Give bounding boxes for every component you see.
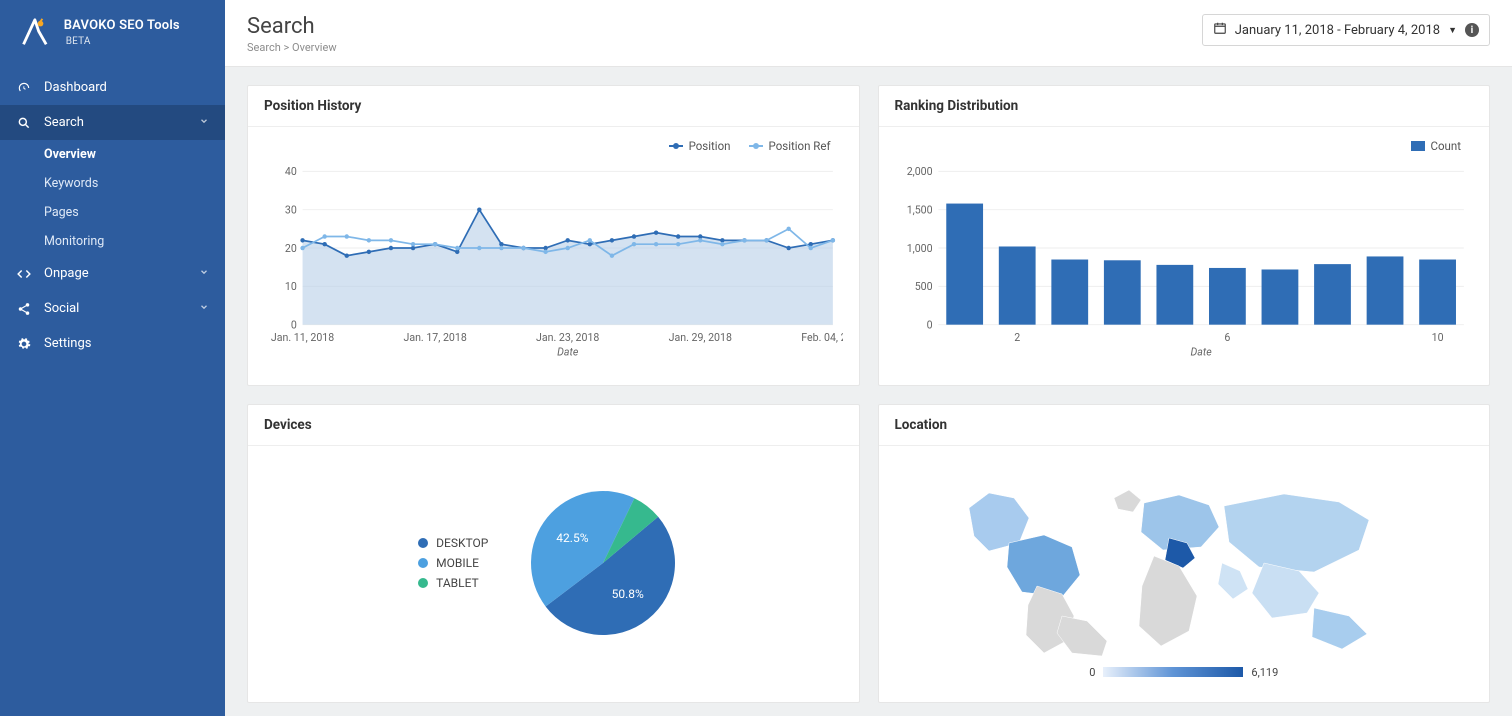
- ranking-legend: Count: [895, 139, 1474, 157]
- svg-text:20: 20: [285, 242, 297, 255]
- caret-down-icon: ▼: [1448, 25, 1457, 36]
- sidebar-item-search[interactable]: Search: [0, 105, 225, 140]
- svg-text:42.5%: 42.5%: [557, 531, 589, 545]
- sidebar-item-label: Onpage: [44, 266, 89, 281]
- svg-text:2: 2: [1014, 331, 1020, 344]
- chevron-down-icon: [199, 266, 209, 281]
- calendar-icon: [1213, 21, 1227, 39]
- sidebar: BAVOKO SEO Tools BETA Dashboard Search: [0, 0, 225, 716]
- card-position-history: Position History Position Position Ref 0…: [247, 85, 860, 386]
- sidebar-item-settings[interactable]: Settings: [0, 326, 225, 361]
- position-history-chart: 0 10 20 30 40 Jan. 11, 2018 Jan. 17, 2018 Jan. …: [264, 157, 843, 367]
- legend-item: TABLET: [418, 573, 488, 593]
- ranking-distribution-chart: 0 500 1,000 1,500 2,000 2 6 10 Date: [895, 157, 1474, 367]
- chevron-down-icon: [199, 115, 209, 130]
- main: Search Search > Overview January 11, 201…: [225, 0, 1512, 716]
- svg-text:50.8%: 50.8%: [612, 587, 644, 601]
- search-icon: [16, 116, 32, 130]
- devices-pie-chart: 50.8% 42.5%: [518, 478, 688, 648]
- legend-label: Count: [1431, 139, 1462, 153]
- devices-legend: DESKTOP MOBILE TABLET: [418, 533, 488, 593]
- svg-text:1,000: 1,000: [906, 242, 932, 255]
- legend-item: MOBILE: [418, 553, 488, 573]
- cards-grid: Position History Position Position Ref 0…: [225, 67, 1512, 716]
- legend-dot: [418, 578, 428, 588]
- card-ranking-distribution: Ranking Distribution Count 0 500 1,000 1,50…: [878, 85, 1491, 386]
- svg-text:Date: Date: [1190, 346, 1212, 359]
- sidebar-item-label: Social: [44, 301, 79, 316]
- card-title: Ranking Distribution: [879, 86, 1490, 127]
- legend-text: DESKTOP: [436, 536, 488, 550]
- subnav-label: Overview: [44, 147, 96, 162]
- subnav-item-pages[interactable]: Pages: [0, 198, 225, 227]
- world-map: [954, 468, 1414, 658]
- svg-text:Jan. 17, 2018: Jan. 17, 2018: [403, 331, 466, 344]
- sidebar-item-label: Dashboard: [44, 80, 107, 95]
- page-heading: Search Search > Overview: [247, 14, 337, 54]
- svg-text:Jan. 29, 2018: Jan. 29, 2018: [669, 331, 732, 344]
- svg-text:1,500: 1,500: [906, 204, 932, 217]
- legend-dot: [418, 538, 428, 548]
- legend-swatch-count: [1411, 141, 1425, 151]
- subnav-search: Overview Keywords Pages Monitoring: [0, 140, 225, 256]
- breadcrumb: Search > Overview: [247, 41, 337, 54]
- brand-name: BAVOKO SEO Tools BETA: [64, 18, 209, 48]
- sidebar-item-label: Settings: [44, 336, 91, 351]
- svg-text:10: 10: [285, 280, 297, 293]
- card-title: Devices: [248, 405, 859, 446]
- scale-gradient: [1103, 667, 1243, 677]
- svg-text:Feb. 04, 2018: Feb. 04, 2018: [801, 331, 842, 344]
- legend-text: TABLET: [436, 576, 479, 590]
- subnav-label: Monitoring: [44, 234, 104, 249]
- sidebar-item-social[interactable]: Social: [0, 291, 225, 326]
- tachometer-icon: [16, 81, 32, 95]
- date-range-picker[interactable]: January 11, 2018 - February 4, 2018 ▼ i: [1202, 14, 1490, 46]
- svg-text:10: 10: [1431, 331, 1443, 344]
- page-title: Search: [247, 14, 337, 39]
- date-range-text: January 11, 2018 - February 4, 2018: [1235, 23, 1440, 38]
- svg-text:Jan. 23, 2018: Jan. 23, 2018: [536, 331, 599, 344]
- legend-item: DESKTOP: [418, 533, 488, 553]
- scale-min: 0: [1089, 666, 1095, 679]
- legend-label: Position: [689, 139, 731, 153]
- legend-swatch-position: [669, 145, 683, 147]
- position-history-legend: Position Position Ref: [264, 139, 843, 157]
- subnav-item-keywords[interactable]: Keywords: [0, 169, 225, 198]
- brand-logo-icon: [16, 14, 54, 52]
- svg-text:40: 40: [285, 165, 297, 178]
- card-devices: Devices DESKTOP MOBILE TABLET 50.8% 42.5%: [247, 404, 860, 703]
- svg-text:0: 0: [291, 319, 297, 332]
- legend-text: MOBILE: [436, 556, 479, 570]
- svg-text:500: 500: [914, 280, 932, 293]
- legend-label: Position Ref: [769, 139, 831, 153]
- nav: Dashboard Search Overview Keywords Pages…: [0, 70, 225, 361]
- subnav-item-overview[interactable]: Overview: [0, 140, 225, 169]
- card-title: Location: [879, 405, 1490, 446]
- svg-text:Jan. 11, 2018: Jan. 11, 2018: [271, 331, 334, 344]
- card-title: Position History: [248, 86, 859, 127]
- card-location: Location: [878, 404, 1491, 703]
- subnav-label: Pages: [44, 205, 79, 220]
- share-icon: [16, 302, 32, 316]
- code-icon: [16, 267, 32, 281]
- subnav-item-monitoring[interactable]: Monitoring: [0, 227, 225, 256]
- svg-text:0: 0: [926, 319, 932, 332]
- legend-dot: [418, 558, 428, 568]
- gear-icon: [16, 337, 32, 351]
- subnav-label: Keywords: [44, 176, 98, 191]
- legend-swatch-position-ref: [749, 145, 763, 147]
- location-scale: 0 6,119: [1089, 666, 1278, 679]
- info-icon[interactable]: i: [1465, 23, 1479, 37]
- svg-text:Date: Date: [557, 346, 579, 359]
- brand: BAVOKO SEO Tools BETA: [0, 0, 225, 70]
- svg-text:2,000: 2,000: [906, 165, 932, 178]
- scale-max: 6,119: [1251, 666, 1278, 679]
- sidebar-item-onpage[interactable]: Onpage: [0, 256, 225, 291]
- svg-text:30: 30: [285, 204, 297, 217]
- sidebar-item-dashboard[interactable]: Dashboard: [0, 70, 225, 105]
- chevron-down-icon: [199, 301, 209, 316]
- svg-text:6: 6: [1224, 331, 1230, 344]
- topbar: Search Search > Overview January 11, 201…: [225, 0, 1512, 67]
- sidebar-item-label: Search: [44, 115, 84, 130]
